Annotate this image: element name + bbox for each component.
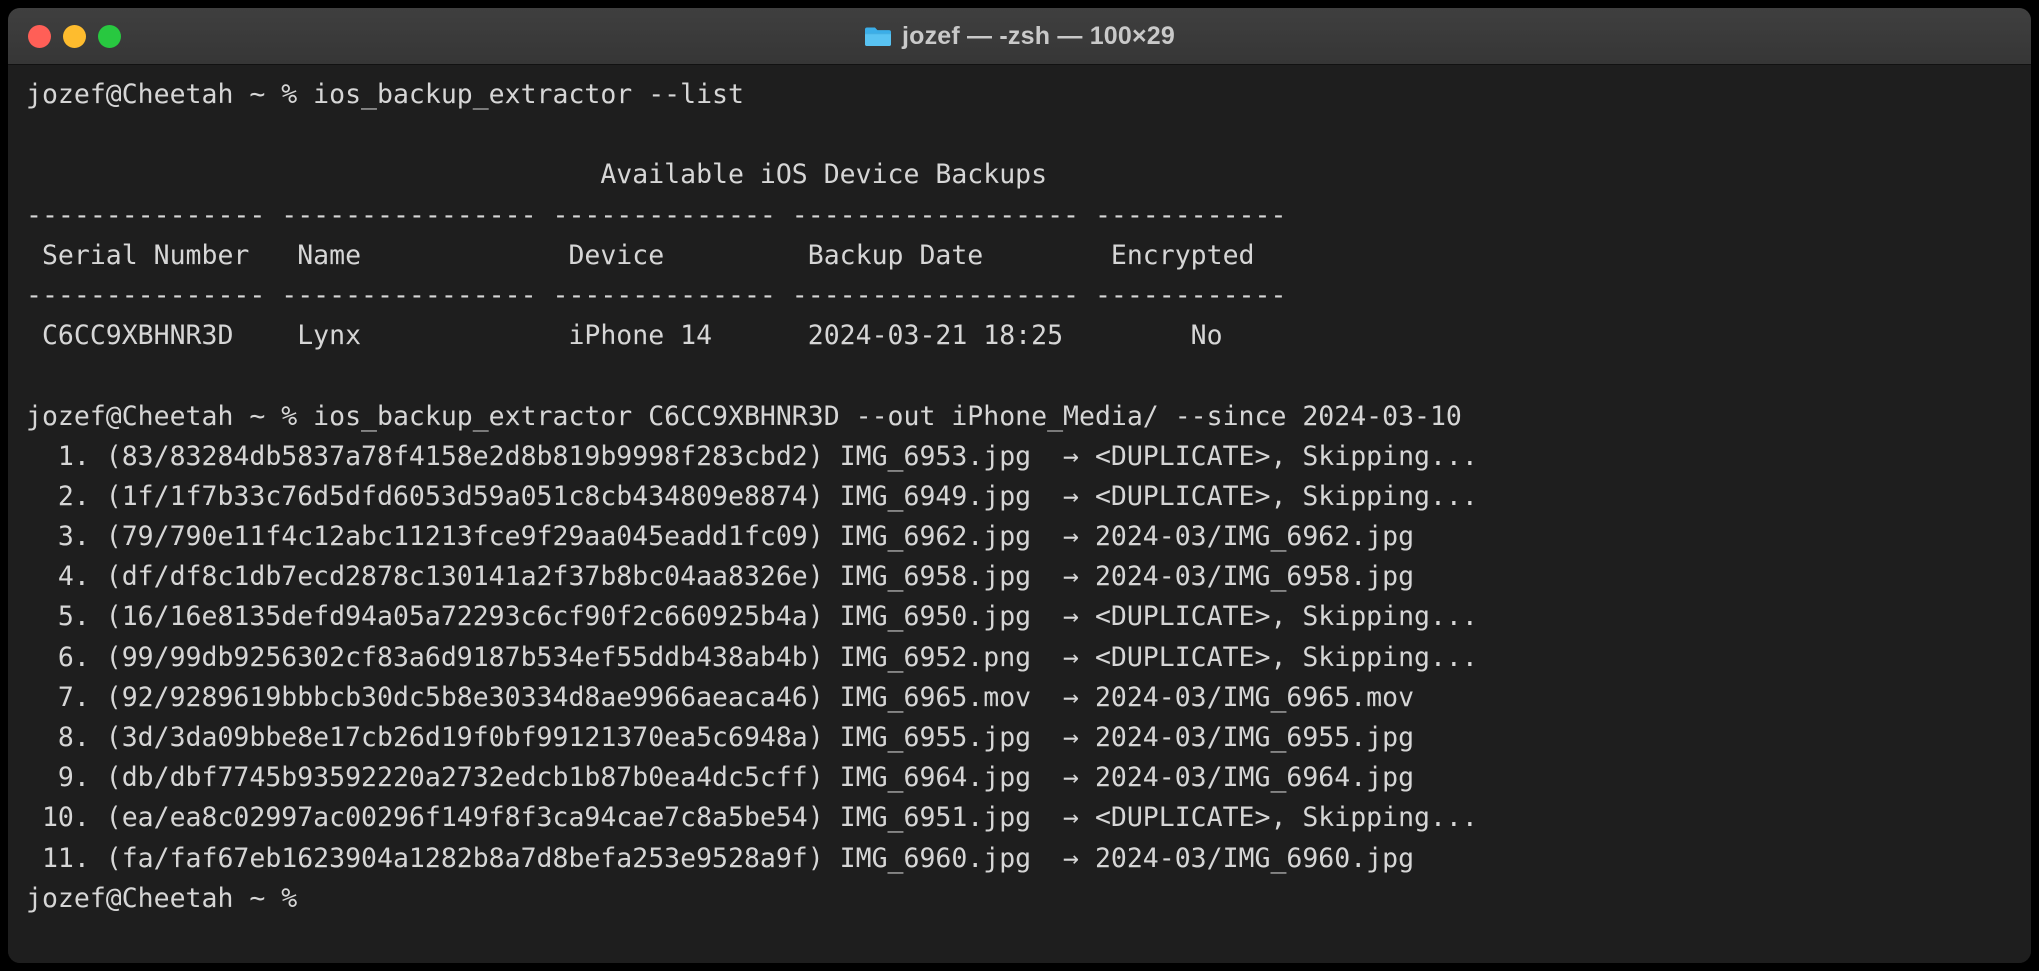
- extraction-line: 7. (92/9289619bbbcb30dc5b8e30334d8ae9966…: [26, 681, 1415, 713]
- table-row: C6CC9XBHNR3D Lynx iPhone 14 2024-03-21 1…: [26, 320, 1223, 352]
- terminal-screen: jozef@Cheetah ~ % ios_backup_extractor -…: [26, 75, 2031, 919]
- extraction-line: 9. (db/dbf7745b93592220a2732edcb1b87b0ea…: [26, 762, 1415, 794]
- prompt-line-1: jozef@Cheetah ~ % ios_backup_extractor -…: [26, 79, 744, 110]
- extraction-line: 8. (3d/3da09bbe8e17cb26d19f0bf99121370ea…: [26, 722, 1415, 753]
- table-separator-top: --------------- ---------------- -------…: [26, 199, 1287, 231]
- window-title: jozef — -zsh — 100×29: [901, 21, 1176, 50]
- extraction-line: 5. (16/16e8135defd94a05a72293c6cf90f2c66…: [26, 601, 1478, 633]
- window-title-group: jozef — -zsh — 100×29: [8, 8, 2031, 64]
- extraction-line: 6. (99/99db9256302cf83a6d9187b534ef55ddb…: [26, 641, 1478, 673]
- table-header-row: Serial Number Name Device Backup Date En…: [26, 239, 1303, 271]
- window-controls: [28, 8, 121, 64]
- extraction-line: 1. (83/83284db5837a78f4158e2d8b819b9998f…: [26, 440, 1478, 472]
- terminal-body[interactable]: jozef@Cheetah ~ % ios_backup_extractor -…: [8, 65, 2031, 963]
- table-separator-bottom: --------------- ---------------- -------…: [26, 279, 1287, 311]
- minimize-button[interactable]: [63, 24, 86, 48]
- extraction-line: 3. (79/790e11f4c12abc11213fce9f29aa045ea…: [26, 521, 1415, 553]
- prompt-line-2: jozef@Cheetah ~ % ios_backup_extractor C…: [26, 400, 1462, 432]
- close-button[interactable]: [28, 24, 51, 48]
- zoom-button[interactable]: [98, 24, 121, 48]
- extraction-line: 10. (ea/ea8c02997ac00296f149f8f3ca94cae7…: [26, 802, 1478, 834]
- terminal-window: jozef — -zsh — 100×29 jozef@Cheetah ~ % …: [8, 8, 2031, 963]
- extraction-line: 11. (fa/faf67eb1623904a1282b8a7d8befa253…: [26, 842, 1415, 874]
- extraction-line: 2. (1f/1f7b33c76d5dfd6053d59a051c8cb4348…: [26, 480, 1478, 512]
- window-titlebar[interactable]: jozef — -zsh — 100×29: [8, 8, 2031, 65]
- final-prompt-line: jozef@Cheetah ~ %: [26, 882, 314, 914]
- extraction-line: 4. (df/df8c1db7ecd2878c130141a2f37b8bc04…: [26, 561, 1415, 593]
- folder-icon: [864, 27, 891, 46]
- list-title: Available iOS Device Backups: [26, 159, 1048, 191]
